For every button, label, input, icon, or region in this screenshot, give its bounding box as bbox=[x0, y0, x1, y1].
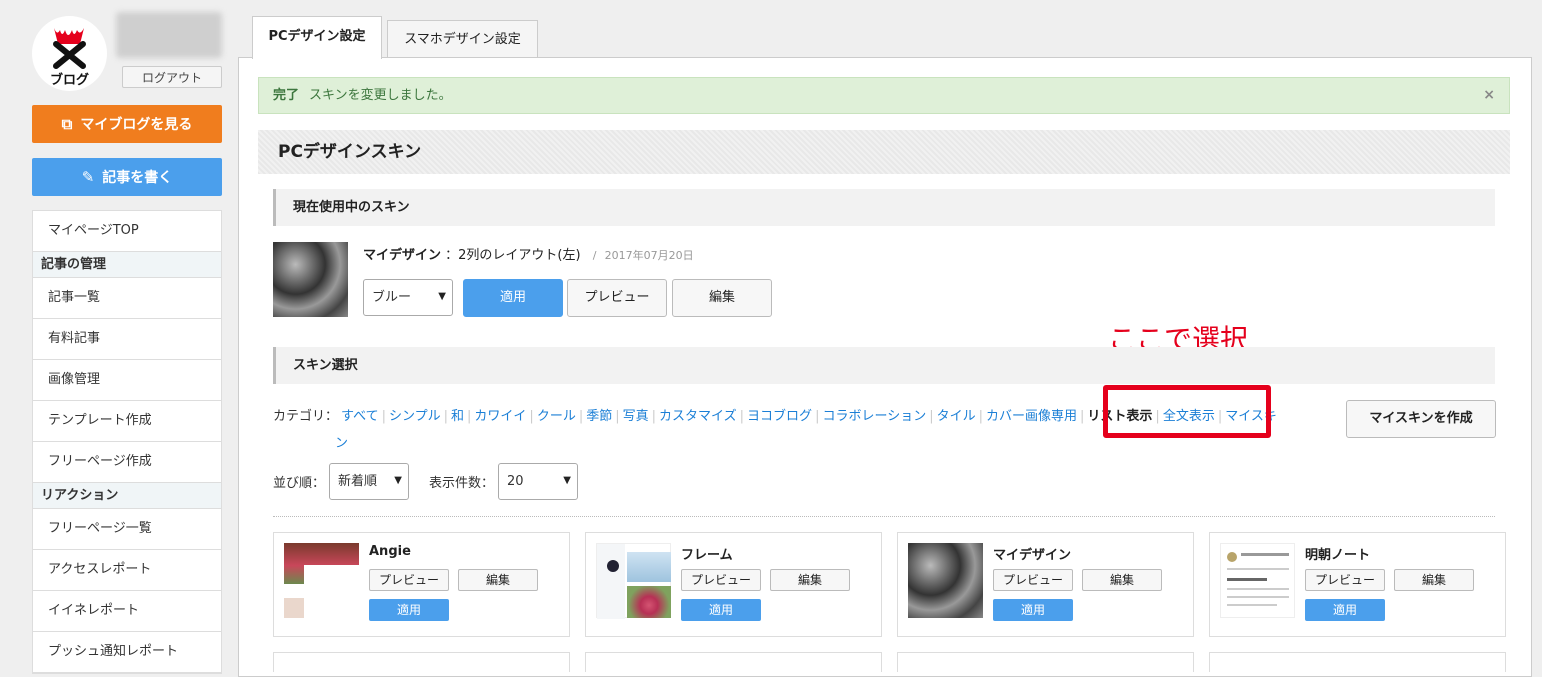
apply-button[interactable]: 適用 bbox=[993, 599, 1073, 621]
category-japanese[interactable]: 和 bbox=[448, 403, 467, 430]
skin-card-partial bbox=[585, 652, 882, 672]
preview-button[interactable]: プレビュー bbox=[681, 569, 761, 591]
sidebar-item-free-page-create[interactable]: フリーページ作成 bbox=[33, 442, 221, 483]
category-all[interactable]: すべて bbox=[338, 403, 382, 430]
preview-button[interactable]: プレビュー bbox=[993, 569, 1073, 591]
current-skin-name: マイデザイン bbox=[363, 248, 442, 263]
category-photo[interactable]: 写真 bbox=[620, 403, 652, 430]
sidebar-item-image-management[interactable]: 画像管理 bbox=[33, 360, 221, 401]
date-separator: / bbox=[592, 249, 597, 262]
sidebar-item-free-page-list[interactable]: フリーページ一覧 bbox=[33, 509, 221, 550]
current-skin-layout: ：2列のレイアウト(左) bbox=[445, 248, 581, 263]
sidebar-item-article-list[interactable]: 記事一覧 bbox=[33, 278, 221, 319]
chevron-down-icon: ▼ bbox=[563, 474, 571, 486]
chevron-down-icon: ▼ bbox=[394, 474, 402, 486]
edit-button[interactable]: 編集 bbox=[770, 569, 850, 591]
skin-card-partial bbox=[1209, 652, 1506, 672]
skin-name: フレーム bbox=[681, 548, 733, 563]
edit-button[interactable]: 編集 bbox=[1394, 569, 1474, 591]
preview-button[interactable]: プレビュー bbox=[1305, 569, 1385, 591]
write-article-button[interactable]: ✎ 記事を書く bbox=[32, 158, 222, 196]
category-tile[interactable]: タイル bbox=[934, 403, 979, 430]
blog-logo[interactable]: ブログ bbox=[32, 16, 107, 91]
tab-smartphone-design[interactable]: スマホデザイン設定 bbox=[387, 20, 538, 58]
current-preview-button[interactable]: プレビュー bbox=[567, 279, 667, 317]
skin-thumbnail bbox=[1220, 543, 1295, 618]
create-my-skin-button[interactable]: マイスキンを作成 bbox=[1346, 400, 1496, 438]
sidebar-item-template-create[interactable]: テンプレート作成 bbox=[33, 401, 221, 442]
sidebar-item-push-report[interactable]: プッシュ通知レポート bbox=[33, 632, 221, 673]
skin-card: フレーム プレビュー 編集 適用 bbox=[585, 532, 882, 637]
current-skin-thumbnail bbox=[273, 242, 348, 317]
sort-label: 並び順： bbox=[273, 476, 326, 491]
skin-card: Angie プレビュー 編集 適用 bbox=[273, 532, 570, 637]
apply-button[interactable]: 適用 bbox=[369, 599, 449, 621]
view-my-blog-button[interactable]: ⧉ マイブログを見る bbox=[32, 105, 222, 143]
skin-thumbnail bbox=[908, 543, 983, 618]
chevron-down-icon: ▼ bbox=[438, 290, 446, 302]
sidebar-group-article-management: 記事の管理 bbox=[33, 252, 221, 278]
category-season[interactable]: 季節 bbox=[583, 403, 615, 430]
skin-thumbnail bbox=[284, 543, 359, 618]
alert-label: 完了 bbox=[273, 88, 300, 103]
skin-card: マイデザイン プレビュー 編集 適用 bbox=[897, 532, 1194, 637]
sidebar-item-mypage-top[interactable]: マイページTOP bbox=[33, 211, 221, 252]
sidebar-group-reaction: リアクション bbox=[33, 483, 221, 509]
current-apply-button[interactable]: 適用 bbox=[463, 279, 563, 317]
alert-message: スキンを変更しました。 bbox=[309, 88, 452, 103]
blurred-username bbox=[116, 12, 222, 58]
edit-button[interactable]: 編集 bbox=[1082, 569, 1162, 591]
current-skin-date: 2017年07月20日 bbox=[604, 249, 694, 262]
apply-button[interactable]: 適用 bbox=[681, 599, 761, 621]
color-select[interactable]: ブルー ▼ bbox=[363, 279, 453, 316]
edit-button[interactable]: 編集 bbox=[458, 569, 538, 591]
sort-select[interactable]: 新着順 ▼ bbox=[329, 463, 409, 500]
category-cover-image[interactable]: カバー画像専用 bbox=[983, 403, 1080, 430]
category-label: カテゴリ： bbox=[273, 409, 339, 424]
skin-name: 明朝ノート bbox=[1305, 548, 1371, 563]
skin-card: 明朝ノート プレビュー 編集 適用 bbox=[1209, 532, 1506, 637]
divider bbox=[273, 516, 1495, 517]
highlight-box bbox=[1103, 385, 1271, 438]
skin-card-partial bbox=[897, 652, 1194, 672]
sidebar-item-like-report[interactable]: イイネレポート bbox=[33, 591, 221, 632]
tab-pc-design[interactable]: PCデザイン設定 bbox=[252, 16, 382, 59]
sidebar-item-access-report[interactable]: アクセスレポート bbox=[33, 550, 221, 591]
view-my-blog-label: マイブログを見る bbox=[80, 117, 193, 133]
category-cool[interactable]: クール bbox=[534, 403, 579, 430]
current-edit-button[interactable]: 編集 bbox=[672, 279, 772, 317]
category-simple[interactable]: シンプル bbox=[386, 403, 444, 430]
category-yoko-blog[interactable]: ヨコブログ bbox=[744, 403, 815, 430]
logout-button[interactable]: ログアウト bbox=[122, 66, 222, 88]
close-icon[interactable]: × bbox=[1483, 78, 1495, 113]
sidebar-menu: マイページTOP 記事の管理 記事一覧 有料記事 画像管理 テンプレート作成 フ… bbox=[32, 210, 222, 674]
current-skin-heading: 現在使用中のスキン bbox=[273, 189, 1495, 226]
skin-name: マイデザイン bbox=[993, 548, 1072, 563]
count-select-value: 20 bbox=[507, 474, 524, 489]
category-cute[interactable]: カワイイ bbox=[471, 403, 529, 430]
logo-text: ブログ bbox=[49, 73, 89, 88]
external-link-icon: ⧉ bbox=[61, 115, 73, 133]
skin-select-heading: スキン選択 bbox=[273, 347, 1495, 384]
success-alert: 完了 スキンを変更しました。 × bbox=[258, 77, 1510, 114]
write-article-label: 記事を書く bbox=[102, 170, 173, 186]
category-my-skin-wrap[interactable]: ン bbox=[273, 430, 351, 457]
apply-button[interactable]: 適用 bbox=[1305, 599, 1385, 621]
skin-name: Angie bbox=[369, 544, 411, 559]
sidebar: ブログ ログアウト ⧉ マイブログを見る ✎ 記事を書く マイページTOP 記事の管… bbox=[0, 0, 238, 674]
category-collaboration[interactable]: コラボレーション bbox=[819, 403, 929, 430]
sort-select-value: 新着順 bbox=[338, 474, 378, 489]
current-skin-info: マイデザイン ：2列のレイアウト(左) / 2017年07月20日 bbox=[363, 244, 694, 263]
skin-card-partial bbox=[273, 652, 570, 672]
count-select[interactable]: 20 ▼ bbox=[498, 463, 578, 500]
skin-thumbnail bbox=[596, 543, 671, 619]
preview-button[interactable]: プレビュー bbox=[369, 569, 449, 591]
pencil-icon: ✎ bbox=[81, 168, 95, 186]
category-customize[interactable]: カスタマイズ bbox=[656, 403, 740, 430]
count-label: 表示件数： bbox=[429, 476, 495, 491]
color-select-value: ブルー bbox=[372, 290, 412, 305]
sidebar-item-paid-articles[interactable]: 有料記事 bbox=[33, 319, 221, 360]
page-title: PCデザインスキン bbox=[258, 130, 1510, 174]
